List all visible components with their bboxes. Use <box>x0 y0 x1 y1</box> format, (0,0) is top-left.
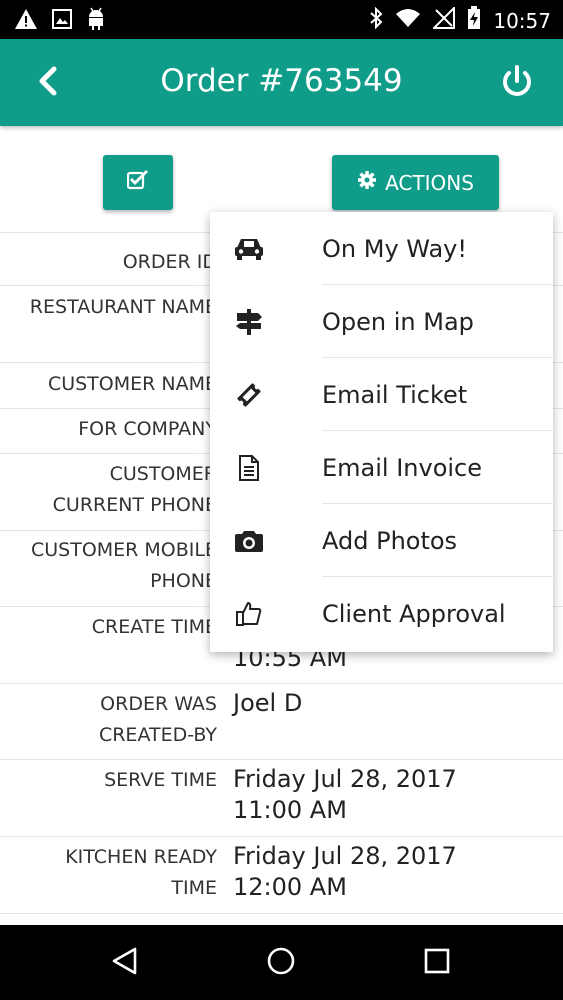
row-label: CUSTOMER MOBILE PHONE <box>30 539 217 592</box>
logout-button[interactable] <box>499 63 535 103</box>
car-icon <box>232 232 266 266</box>
table-row: ORDER WAS CREATED-BY Joel D <box>0 683 563 759</box>
menu-item-email-ticket[interactable]: Email Ticket <box>210 358 553 431</box>
row-label: CREATE TIME <box>91 616 217 638</box>
menu-item-email-invoice[interactable]: Email Invoice <box>210 431 553 504</box>
menu-item-label: Email Invoice <box>322 453 483 482</box>
thumbs-up-icon <box>232 597 266 631</box>
page-title: Order #763549 <box>160 63 403 99</box>
menu-item-label: Add Photos <box>322 526 458 555</box>
row-label: CUSTOMER NAME <box>47 373 217 395</box>
nav-back-button[interactable] <box>107 945 143 981</box>
status-time: 10:57 <box>493 8 551 33</box>
bluetooth-icon <box>369 6 383 34</box>
home-circle-icon <box>266 946 296 981</box>
status-bar: 10:57 <box>0 0 563 39</box>
checklist-button[interactable] <box>103 155 173 210</box>
menu-item-label: Email Ticket <box>322 380 468 409</box>
gear-icon <box>357 170 377 195</box>
row-label: KITCHEN READY TIME <box>65 846 217 899</box>
ticket-icon <box>232 378 266 412</box>
power-icon <box>499 65 535 107</box>
camera-icon <box>232 524 266 558</box>
app-bar: Order #763549 <box>0 39 563 126</box>
row-value: Joel D <box>233 689 303 717</box>
document-icon <box>232 451 266 485</box>
menu-item-open-in-map[interactable]: Open in Map <box>210 285 553 358</box>
row-label: RESTAURANT NAME <box>29 296 217 318</box>
signal-icon <box>431 5 456 34</box>
row-label: SERVE TIME <box>104 769 217 791</box>
menu-item-label: On My Way! <box>322 234 467 263</box>
wifi-icon <box>395 8 421 33</box>
recents-square-icon <box>422 946 452 981</box>
row-value: Friday Jul 28, 2017 11:00 AM <box>233 765 457 824</box>
actions-button[interactable]: ACTIONS <box>332 155 499 210</box>
row-label: ORDER WAS CREATED-BY <box>98 693 217 746</box>
menu-item-label: Client Approval <box>322 599 506 628</box>
image-icon <box>52 9 72 34</box>
android-icon <box>86 7 106 36</box>
menu-item-add-photos[interactable]: Add Photos <box>210 504 553 577</box>
battery-charging-icon <box>467 6 481 35</box>
signpost-icon <box>232 305 266 339</box>
menu-item-on-my-way[interactable]: On My Way! <box>210 212 553 285</box>
row-label: ORDER ID <box>122 251 217 273</box>
nav-recents-button[interactable] <box>419 945 455 981</box>
table-row <box>0 913 563 925</box>
table-row: SERVE TIME Friday Jul 28, 2017 11:00 AM <box>0 759 563 836</box>
row-value: Friday Jul 28, 2017 12:00 AM <box>233 842 457 901</box>
system-nav-bar <box>0 925 563 1000</box>
actions-label: ACTIONS <box>385 170 474 195</box>
checkbox-icon <box>126 170 149 195</box>
menu-item-client-approval[interactable]: Client Approval <box>210 577 553 650</box>
back-triangle-icon <box>110 946 140 981</box>
menu-item-label: Open in Map <box>322 307 474 336</box>
table-row: KITCHEN READY TIME Friday Jul 28, 2017 12:… <box>0 836 563 913</box>
nav-home-button[interactable] <box>263 945 299 981</box>
row-label: CUSTOMER CURRENT PHONE <box>52 463 217 516</box>
row-label: FOR COMPANY <box>78 418 217 440</box>
warning-icon <box>14 8 38 35</box>
actions-menu: On My Way! Open in Map Email Ticket Emai… <box>210 212 553 652</box>
